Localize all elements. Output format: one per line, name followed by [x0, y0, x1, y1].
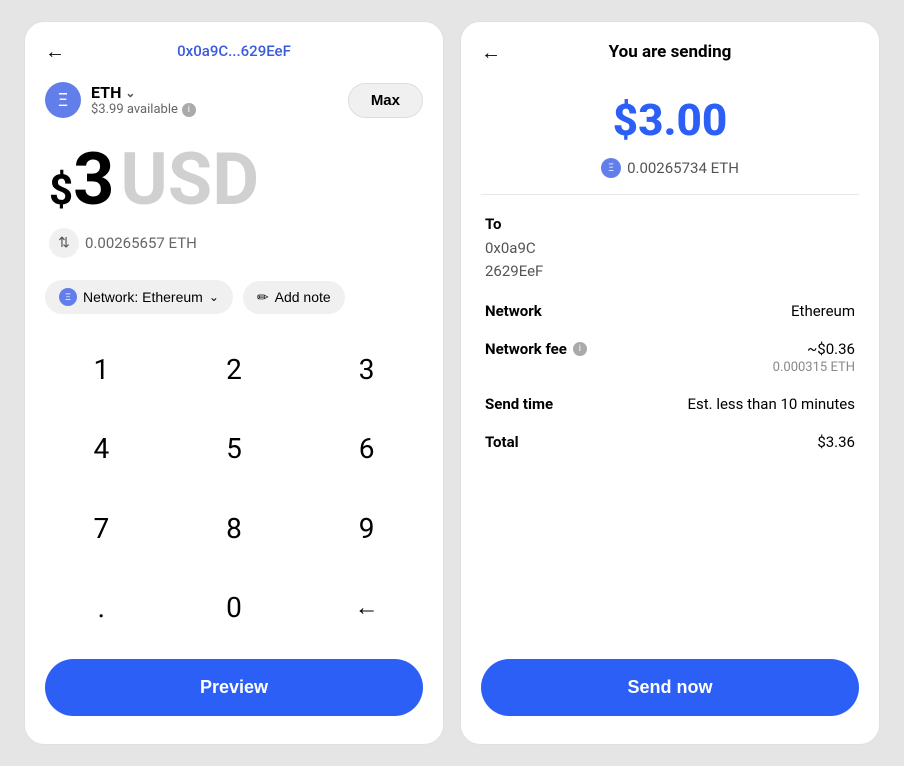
add-note-button[interactable]: ✏ Add note [243, 281, 345, 314]
fee-info-icon[interactable]: i [573, 342, 587, 356]
preview-button[interactable]: Preview [45, 659, 423, 716]
network-eth-symbol: Ξ [65, 292, 71, 302]
options-row: Ξ Network: Ethereum ⌄ ✏ Add note [25, 270, 443, 330]
sending-eth-symbol: Ξ [608, 163, 614, 174]
eth-symbol: Ξ [58, 90, 68, 111]
network-label: Network: Ethereum [83, 289, 203, 305]
total-row: Total $3.36 [485, 433, 855, 451]
fee-value-container: ~$0.36 0.000315 ETH [773, 340, 855, 375]
available-amount: $3.99 available [91, 102, 178, 117]
amount-number: 3 [73, 144, 114, 216]
to-label: To [485, 215, 855, 233]
pencil-icon: ✏ [257, 289, 269, 306]
send-time-value: Est. less than 10 minutes [687, 395, 855, 413]
key-0[interactable]: 0 [168, 568, 301, 647]
token-row: Ξ ETH ⌄ $3.99 available i Max [25, 72, 443, 128]
network-button[interactable]: Ξ Network: Ethereum ⌄ [45, 280, 233, 314]
send-time-label: Send time [485, 395, 553, 413]
fee-usd-value: ~$0.36 [773, 340, 855, 358]
sending-usd-amount: $3.00 [481, 94, 859, 146]
dollar-sign: $ [49, 170, 73, 212]
token-chevron-icon: ⌄ [125, 86, 135, 100]
token-available: $3.99 available i [91, 102, 196, 117]
to-address-line2: 2629EeF [485, 262, 543, 280]
token-name: ETH [91, 83, 121, 102]
wallet-address: 0x0a9C...629EeF [177, 42, 291, 60]
network-eth-icon: Ξ [59, 288, 77, 306]
key-2[interactable]: 2 [168, 330, 301, 409]
screens-container: ← 0x0a9C...629EeF Ξ ETH ⌄ $3.99 availabl… [0, 0, 904, 766]
key-1[interactable]: 1 [35, 330, 168, 409]
eth-value: 0.00265657 ETH [85, 234, 197, 252]
right-back-button[interactable]: ← [481, 40, 501, 65]
to-row: To 0x0a9C 2629EeF [485, 215, 855, 282]
fee-label-container: Network fee i [485, 340, 587, 358]
sending-eth-amount: 0.00265734 ETH [627, 159, 739, 177]
token-details: ETH ⌄ $3.99 available i [91, 83, 196, 117]
to-address: 0x0a9C 2629EeF [485, 237, 855, 282]
sending-eth-icon: Ξ [601, 158, 621, 178]
right-screen: ← You are sending $3.00 Ξ 0.00265734 ETH… [460, 21, 880, 745]
max-button[interactable]: Max [348, 83, 423, 118]
send-now-button[interactable]: Send now [481, 659, 859, 716]
network-row: Network Ethereum [485, 302, 855, 320]
preview-btn-container: Preview [25, 647, 443, 744]
key-7[interactable]: 7 [35, 489, 168, 568]
left-back-button[interactable]: ← [45, 39, 65, 64]
eth-icon: Ξ [45, 82, 81, 118]
left-screen: ← 0x0a9C...629EeF Ξ ETH ⌄ $3.99 availabl… [24, 21, 444, 745]
send-now-btn-container: Send now [461, 647, 879, 744]
fee-eth-value: 0.000315 ETH [773, 360, 855, 375]
token-info: Ξ ETH ⌄ $3.99 available i [45, 82, 196, 118]
to-address-line1: 0x0a9C [485, 239, 536, 257]
key-3[interactable]: 3 [300, 330, 433, 409]
key-6[interactable]: 6 [300, 409, 433, 488]
details-section: To 0x0a9C 2629EeF Network Ethereum Netwo… [461, 195, 879, 647]
key-4[interactable]: 4 [35, 409, 168, 488]
left-header: ← 0x0a9C...629EeF [25, 22, 443, 72]
token-name-row[interactable]: ETH ⌄ [91, 83, 196, 102]
swap-button[interactable]: ⇅ [49, 228, 79, 258]
fee-row: Network fee i ~$0.36 0.000315 ETH [485, 340, 855, 375]
network-chevron-icon: ⌄ [209, 290, 219, 304]
send-time-row: Send time Est. less than 10 minutes [485, 395, 855, 413]
key-9[interactable]: 9 [300, 489, 433, 568]
network-label: Network [485, 302, 542, 320]
add-note-label: Add note [275, 289, 331, 305]
key-backspace[interactable]: ← [300, 568, 433, 647]
total-value: $3.36 [817, 433, 855, 451]
sending-eth-row: Ξ 0.00265734 ETH [461, 152, 879, 194]
amount-display: $ 3 USD [25, 128, 443, 224]
sending-amount-section: $3.00 [461, 74, 879, 152]
amount-currency: USD [120, 144, 259, 216]
fee-label: Network fee [485, 340, 567, 358]
key-5[interactable]: 5 [168, 409, 301, 488]
key-8[interactable]: 8 [168, 489, 301, 568]
right-title: You are sending [609, 42, 732, 62]
network-value: Ethereum [791, 302, 855, 320]
right-header: ← You are sending [461, 22, 879, 74]
total-label: Total [485, 433, 519, 451]
keypad: 1 2 3 4 5 6 7 8 9 . 0 ← [25, 330, 443, 647]
info-icon[interactable]: i [182, 103, 196, 117]
key-dot[interactable]: . [35, 568, 168, 647]
eth-equivalent: ⇅ 0.00265657 ETH [25, 224, 443, 270]
